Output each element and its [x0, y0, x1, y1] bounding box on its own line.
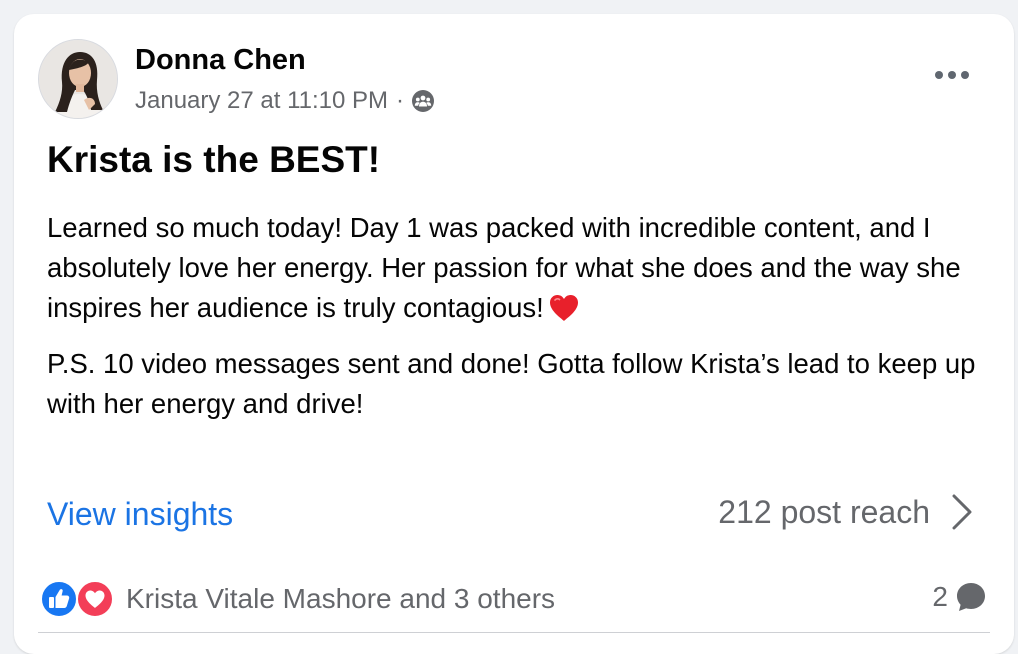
reactions-text: Krista Vitale Mashore and 3 others [126, 583, 556, 614]
avatar[interactable] [38, 39, 118, 119]
reactions-summary[interactable]: Krista Vitale Mashore and 3 others [40, 580, 555, 618]
view-insights-link[interactable]: View insights [47, 494, 233, 534]
group-icon[interactable] [411, 89, 435, 113]
red-heart-icon [548, 293, 580, 323]
post-timestamp[interactable]: January 27 at 11:10 PM [135, 87, 388, 115]
post-paragraph-text: Learned so much today! Day 1 was packed … [47, 212, 961, 323]
like-icon [40, 580, 78, 618]
post-reach-button[interactable]: 212 post reach [718, 492, 976, 532]
chevron-right-icon [952, 494, 972, 530]
love-icon [76, 580, 114, 618]
comments-count-button[interactable]: 2 [932, 580, 988, 614]
comment-icon [957, 583, 985, 611]
profile-photo [39, 40, 117, 118]
meta-separator: · [396, 87, 405, 114]
post-card: Donna Chen January 27 at 11:10 PM · Kris… [14, 14, 1014, 654]
comment-count: 2 [932, 581, 948, 612]
divider [38, 632, 990, 633]
post-paragraph: P.S. 10 video messages sent and done! Go… [47, 344, 987, 424]
reaction-icons [40, 580, 118, 618]
more-options-button[interactable] [930, 58, 974, 92]
more-horizontal-icon [935, 71, 969, 79]
post-paragraph: Learned so much today! Day 1 was packed … [47, 208, 987, 328]
post-reach-label: 212 post reach [718, 494, 930, 530]
post-paragraph-text: P.S. 10 video messages sent and done! Go… [47, 348, 976, 419]
post-title: Krista is the BEST! [47, 139, 381, 180]
post-body: Learned so much today! Day 1 was packed … [47, 208, 987, 440]
post-meta: January 27 at 11:10 PM · [135, 84, 435, 118]
author-name[interactable]: Donna Chen [135, 43, 306, 77]
